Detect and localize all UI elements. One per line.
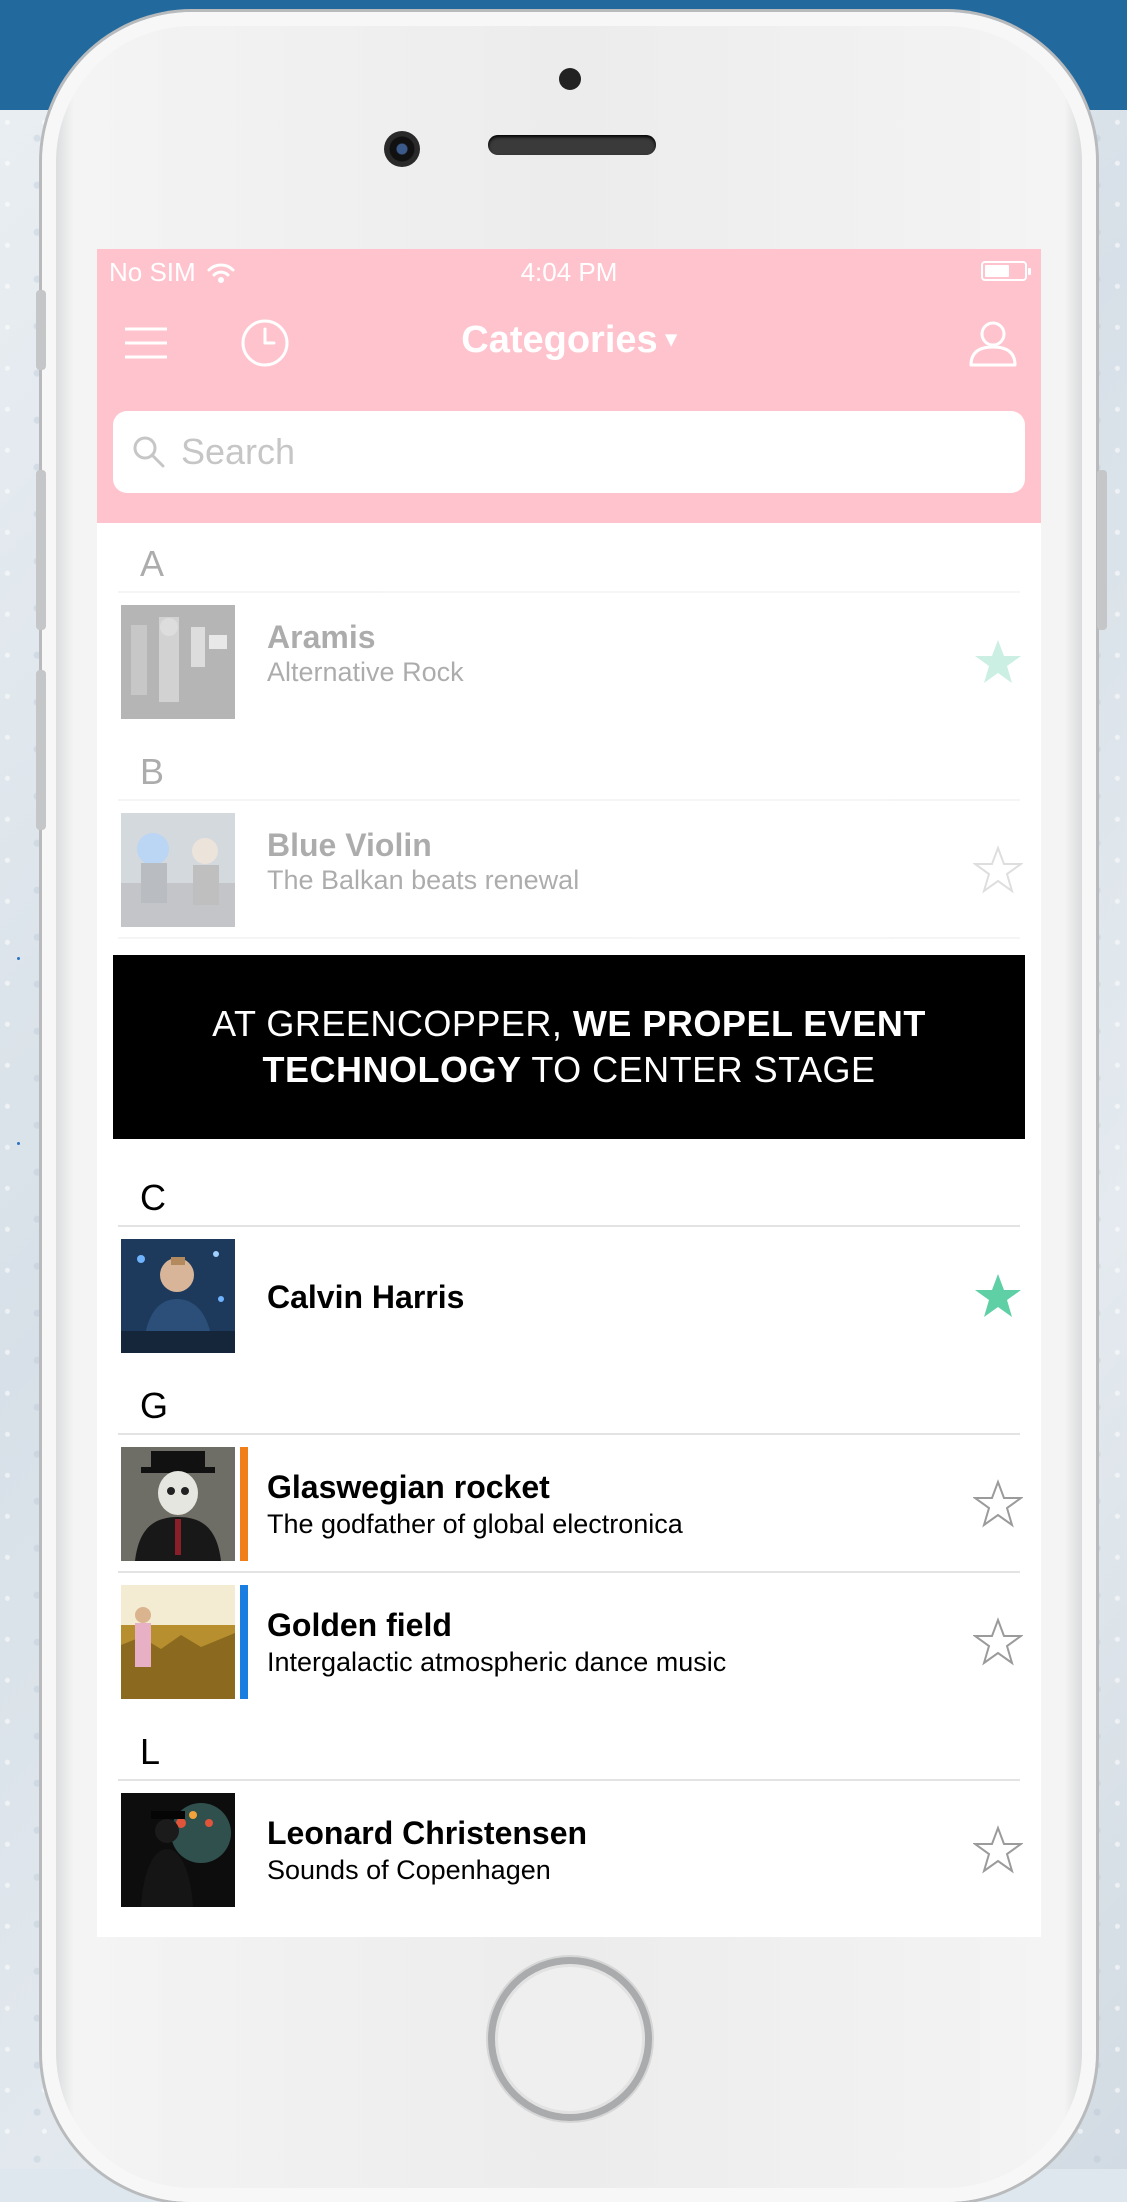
artist-name: Leonard Christensen bbox=[267, 1815, 588, 1851]
banner-text-regular: TO CENTER STAGE bbox=[521, 1049, 876, 1090]
star-outline-icon[interactable] bbox=[973, 1479, 1023, 1529]
app-header: No SIM 4:04 PM Categories ▾ Search bbox=[97, 249, 1041, 523]
phone-silent-switch bbox=[36, 290, 46, 370]
search-input[interactable] bbox=[179, 430, 983, 474]
artist-list: A Aramis Alternative Rock B Blue Violin … bbox=[97, 523, 1041, 1919]
phone-volume-down bbox=[36, 670, 46, 830]
chevron-down-icon: ▾ bbox=[665, 326, 677, 351]
banner-line-2: TECHNOLOGY TO CENTER STAGE bbox=[262, 1047, 875, 1093]
status-time: 4:04 PM bbox=[520, 257, 618, 287]
star-outline-icon[interactable] bbox=[973, 845, 1023, 895]
section-header-a: A bbox=[97, 523, 1041, 593]
nav-title-label: Categories bbox=[461, 319, 658, 361]
star-outline-icon[interactable] bbox=[973, 1825, 1023, 1875]
sponsor-banner[interactable]: AT GREENCOPPER, WE PROPEL EVENT TECHNOLO… bbox=[113, 955, 1025, 1139]
field-photo-thumbnail bbox=[121, 1585, 235, 1699]
violinist-photo-thumbnail bbox=[121, 813, 235, 927]
artist-genre: Sounds of Copenhagen bbox=[267, 1855, 551, 1885]
section-letter: L bbox=[140, 1731, 161, 1772]
status-bar: No SIM 4:04 PM bbox=[97, 249, 1041, 293]
categories-dropdown[interactable]: Categories ▾ bbox=[97, 319, 1041, 362]
artist-name: Calvin Harris bbox=[267, 1279, 465, 1315]
list-item-calvin-harris[interactable]: Calvin Harris bbox=[97, 1227, 1041, 1365]
category-color-bar bbox=[240, 1585, 248, 1699]
artist-genre: Alternative Rock bbox=[267, 657, 464, 687]
list-item-aramis[interactable]: Aramis Alternative Rock bbox=[97, 593, 1041, 731]
phone-volume-up bbox=[36, 470, 46, 630]
artist-genre: Intergalactic atmospheric dance music bbox=[267, 1647, 727, 1677]
artist-name: Glaswegian rocket bbox=[267, 1469, 550, 1505]
banner-text-bold: TECHNOLOGY bbox=[262, 1049, 522, 1090]
band-photo-thumbnail bbox=[121, 605, 235, 719]
section-letter: C bbox=[140, 1177, 166, 1218]
section-letter: G bbox=[140, 1385, 169, 1426]
search-icon bbox=[133, 436, 165, 468]
category-color-bar bbox=[240, 1447, 248, 1561]
phone-power-button bbox=[1097, 470, 1107, 630]
star-filled-icon[interactable] bbox=[973, 637, 1023, 687]
divider bbox=[118, 937, 1020, 939]
section-header-l: L bbox=[97, 1711, 1041, 1781]
singer-photo-thumbnail bbox=[121, 1793, 235, 1907]
user-profile-icon[interactable] bbox=[967, 317, 1019, 369]
search-bar[interactable] bbox=[113, 411, 1025, 493]
star-filled-icon[interactable] bbox=[973, 1271, 1023, 1321]
artist-name: Blue Violin bbox=[267, 827, 432, 863]
dj-photo-thumbnail bbox=[121, 1239, 235, 1353]
artist-genre: The godfather of global electronica bbox=[267, 1509, 683, 1539]
section-header-c: C bbox=[97, 1157, 1041, 1227]
section-header-b: B bbox=[97, 731, 1041, 801]
front-camera bbox=[384, 131, 420, 167]
earpiece-speaker bbox=[488, 135, 656, 155]
star-outline-icon[interactable] bbox=[973, 1617, 1023, 1667]
banner-text-regular: AT GREENCOPPER, bbox=[212, 1003, 573, 1044]
nav-bar: Categories ▾ bbox=[97, 293, 1041, 393]
banner-line-1: AT GREENCOPPER, WE PROPEL EVENT bbox=[212, 1001, 926, 1047]
artist-name: Golden field bbox=[267, 1607, 452, 1643]
battery-icon bbox=[981, 261, 1031, 281]
section-letter: B bbox=[140, 751, 165, 792]
faded-list-region: A Aramis Alternative Rock B Blue Violin … bbox=[97, 523, 1041, 939]
banner-text-bold: WE PROPEL EVENT bbox=[572, 1003, 926, 1044]
phone-sensor bbox=[559, 68, 581, 90]
list-item-blue-violin[interactable]: Blue Violin The Balkan beats renewal bbox=[97, 801, 1041, 939]
artist-name: Aramis bbox=[267, 619, 376, 655]
section-letter: A bbox=[140, 543, 165, 584]
phone-screen: No SIM 4:04 PM Categories ▾ Search A Ara… bbox=[97, 249, 1041, 1937]
background-dot bbox=[17, 957, 20, 960]
list-item-golden-field[interactable]: Golden field Intergalactic atmospheric d… bbox=[97, 1573, 1041, 1711]
section-header-g: G bbox=[97, 1365, 1041, 1435]
masked-man-photo-thumbnail bbox=[121, 1447, 235, 1561]
list-item-leonard-christensen[interactable]: Leonard Christensen Sounds of Copenhagen bbox=[97, 1781, 1041, 1919]
list-item-glaswegian-rocket[interactable]: Glaswegian rocket The godfather of globa… bbox=[97, 1435, 1041, 1573]
artist-genre: The Balkan beats renewal bbox=[267, 865, 580, 895]
home-button[interactable] bbox=[488, 1957, 652, 2121]
background-dot bbox=[17, 1142, 20, 1145]
